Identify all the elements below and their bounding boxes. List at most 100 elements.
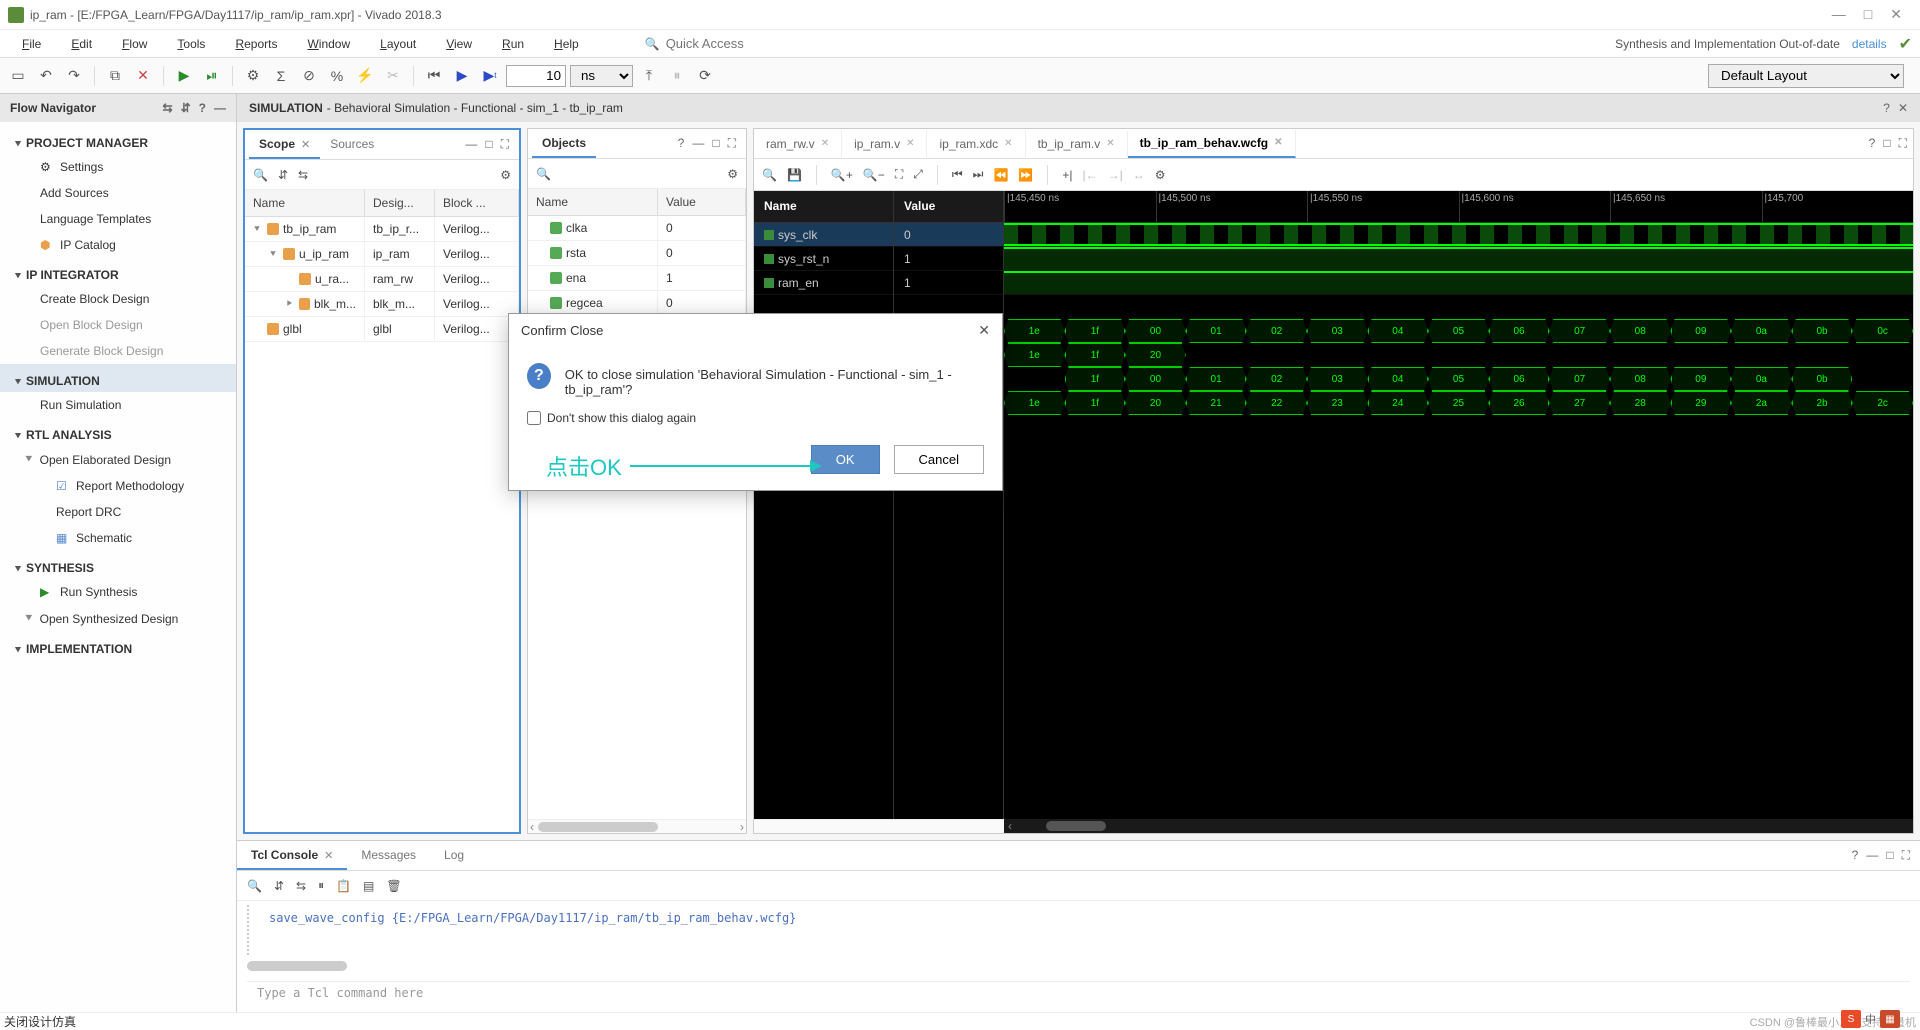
table-row[interactable]: ⯈blk_m...blk_m...Verilog... [245,292,519,317]
close-sim-icon[interactable]: ✕ [1898,101,1908,115]
trash-icon[interactable]: 🗑 [386,879,401,893]
next-marker-icon[interactable]: →| [1108,168,1123,182]
close-icon[interactable]: ✕ [324,850,333,862]
quick-access-search[interactable]: 🔍 [645,36,786,51]
scrollbar-names[interactable] [754,819,1004,833]
nav-group[interactable]: IMPLEMENTATION [0,632,236,660]
expand-icon[interactable]: ⇵ [181,101,191,115]
signal-name[interactable]: ram_en [754,271,893,295]
minimize-icon[interactable]: — [1866,848,1878,863]
menu-run[interactable]: Run [488,33,538,55]
dont-show-checkbox[interactable] [527,411,541,425]
scrollbar-horizontal[interactable] [247,959,1910,973]
restore-icon[interactable]: ⛶ [1899,136,1907,151]
tab-log[interactable]: Log [430,842,478,870]
search-icon[interactable]: 🔍 [762,168,777,182]
search-icon[interactable]: 🔍 [253,168,268,182]
redo-icon[interactable]: ↷ [62,64,86,88]
close-icon[interactable]: ✕ [1106,138,1114,149]
bus-row[interactable]: 1e1f202122232425262728292a2b2c [1004,391,1913,415]
undo-icon[interactable]: ↶ [34,64,58,88]
tab-sources[interactable]: Sources [320,131,384,159]
reload-icon[interactable]: ⟳ [693,64,717,88]
swap-icon[interactable]: ↔ [1133,168,1145,182]
file-tab[interactable]: ram_rw.v✕ [754,131,842,157]
play-sim-icon[interactable]: ▶ [450,64,474,88]
nav-item[interactable]: Create Block Design [0,286,236,312]
details-link[interactable]: details [1852,37,1887,51]
file-tab[interactable]: tb_ip_ram_behav.wcfg✕ [1128,130,1296,158]
menu-help[interactable]: Help [540,33,593,55]
table-row[interactable]: ⯆tb_ip_ramtb_ip_r...Verilog... [245,217,519,242]
menu-view[interactable]: View [432,33,486,55]
restart-icon[interactable]: ⏮ [422,64,446,88]
nav-item[interactable]: Run Simulation [0,392,236,418]
pause-icon[interactable]: ⏸ [665,64,689,88]
sim-unit-select[interactable]: ns [570,65,633,87]
nav-item[interactable]: Report DRC [0,499,236,525]
signal-name[interactable]: sys_clk [754,223,893,247]
file-tab[interactable]: ip_ram.v✕ [842,131,927,157]
gear-icon[interactable]: ⚙ [500,168,511,182]
zoom-fit-icon[interactable]: ⛶ [895,167,903,182]
waveform-row[interactable] [1004,223,1913,247]
expand-icon[interactable]: ⇆ [296,879,306,893]
tab-messages[interactable]: Messages [347,842,430,870]
clipboard-icon[interactable]: 📋 [336,879,351,893]
run-icon[interactable]: ▶ [172,64,196,88]
cut-icon[interactable]: ✂ [381,64,405,88]
nav-item[interactable]: ▶Run Synthesis [0,579,236,605]
minimize-icon[interactable]: — [1832,6,1846,23]
tab-scope[interactable]: Scope✕ [249,131,320,159]
table-row[interactable]: rsta0 [528,241,746,266]
help-icon[interactable]: ? [1852,848,1859,863]
col-name[interactable]: Name [528,189,658,215]
table-row[interactable]: clka0 [528,216,746,241]
copy-icon[interactable]: ⧉ [103,64,127,88]
minimize-icon[interactable]: — [465,137,477,152]
close-icon[interactable]: ✕ [821,138,829,149]
restore-icon[interactable]: ⛶ [728,136,736,151]
gear-icon[interactable]: ⚙ [1155,168,1166,182]
prev-edge-icon[interactable]: ⏮ [952,167,963,182]
menu-window[interactable]: Window [293,33,364,55]
nav-item[interactable]: Add Sources [0,180,236,206]
gear-icon[interactable]: ⚙ [241,64,265,88]
nav-item[interactable]: Generate Block Design [0,338,236,364]
save-icon[interactable]: 💾 [787,168,802,182]
col-value[interactable]: Value [658,189,746,215]
minimize-icon[interactable]: — [692,136,704,151]
layout-select[interactable]: Default Layout [1708,64,1904,88]
help-icon[interactable]: ? [1883,101,1890,115]
next-edge-icon[interactable]: ⏭ [973,167,984,182]
maximize-icon[interactable]: □ [1883,136,1890,151]
cancel-icon[interactable]: ⊘ [297,64,321,88]
nav-item[interactable]: ⬢IP Catalog [0,232,236,258]
dialog-close-icon[interactable]: ✕ [978,322,990,339]
nav-item[interactable]: ⯆ Open Elaborated Design [0,446,236,473]
zoom-cursor-icon[interactable]: ⤢ [913,167,923,182]
step-icon[interactable]: ⏯ [200,64,224,88]
table-row[interactable]: glblglblVerilog... [245,317,519,342]
pause-icon[interactable]: ⏸ [318,878,324,893]
gear-icon[interactable]: ⚙ [727,167,738,181]
prev-marker-icon[interactable]: |← [1082,168,1097,182]
sim-time-input[interactable] [506,65,566,87]
menu-file[interactable]: File [8,33,55,55]
menu-tools[interactable]: Tools [163,33,219,55]
waveform-row[interactable] [1004,271,1913,295]
col-block[interactable]: Block ... [435,190,519,216]
next-tr-icon[interactable]: ⏩ [1018,168,1033,182]
delete-icon[interactable]: ✕ [131,64,155,88]
menu-flow[interactable]: Flow [108,33,161,55]
bus-row[interactable]: 1e1f20 [1004,343,1913,367]
close-icon[interactable]: ✕ [301,139,310,151]
maximize-icon[interactable]: □ [712,136,719,151]
zoom-out-icon[interactable]: 🔍− [863,168,885,182]
table-row[interactable]: ⯆u_ip_ramip_ramVerilog... [245,242,519,267]
zoom-in-icon[interactable]: 🔍+ [831,168,853,182]
nav-item[interactable]: Open Block Design [0,312,236,338]
play-step-icon[interactable]: ▶t [478,64,502,88]
nav-group[interactable]: IP INTEGRATOR [0,258,236,286]
nav-group[interactable]: SYNTHESIS [0,551,236,579]
